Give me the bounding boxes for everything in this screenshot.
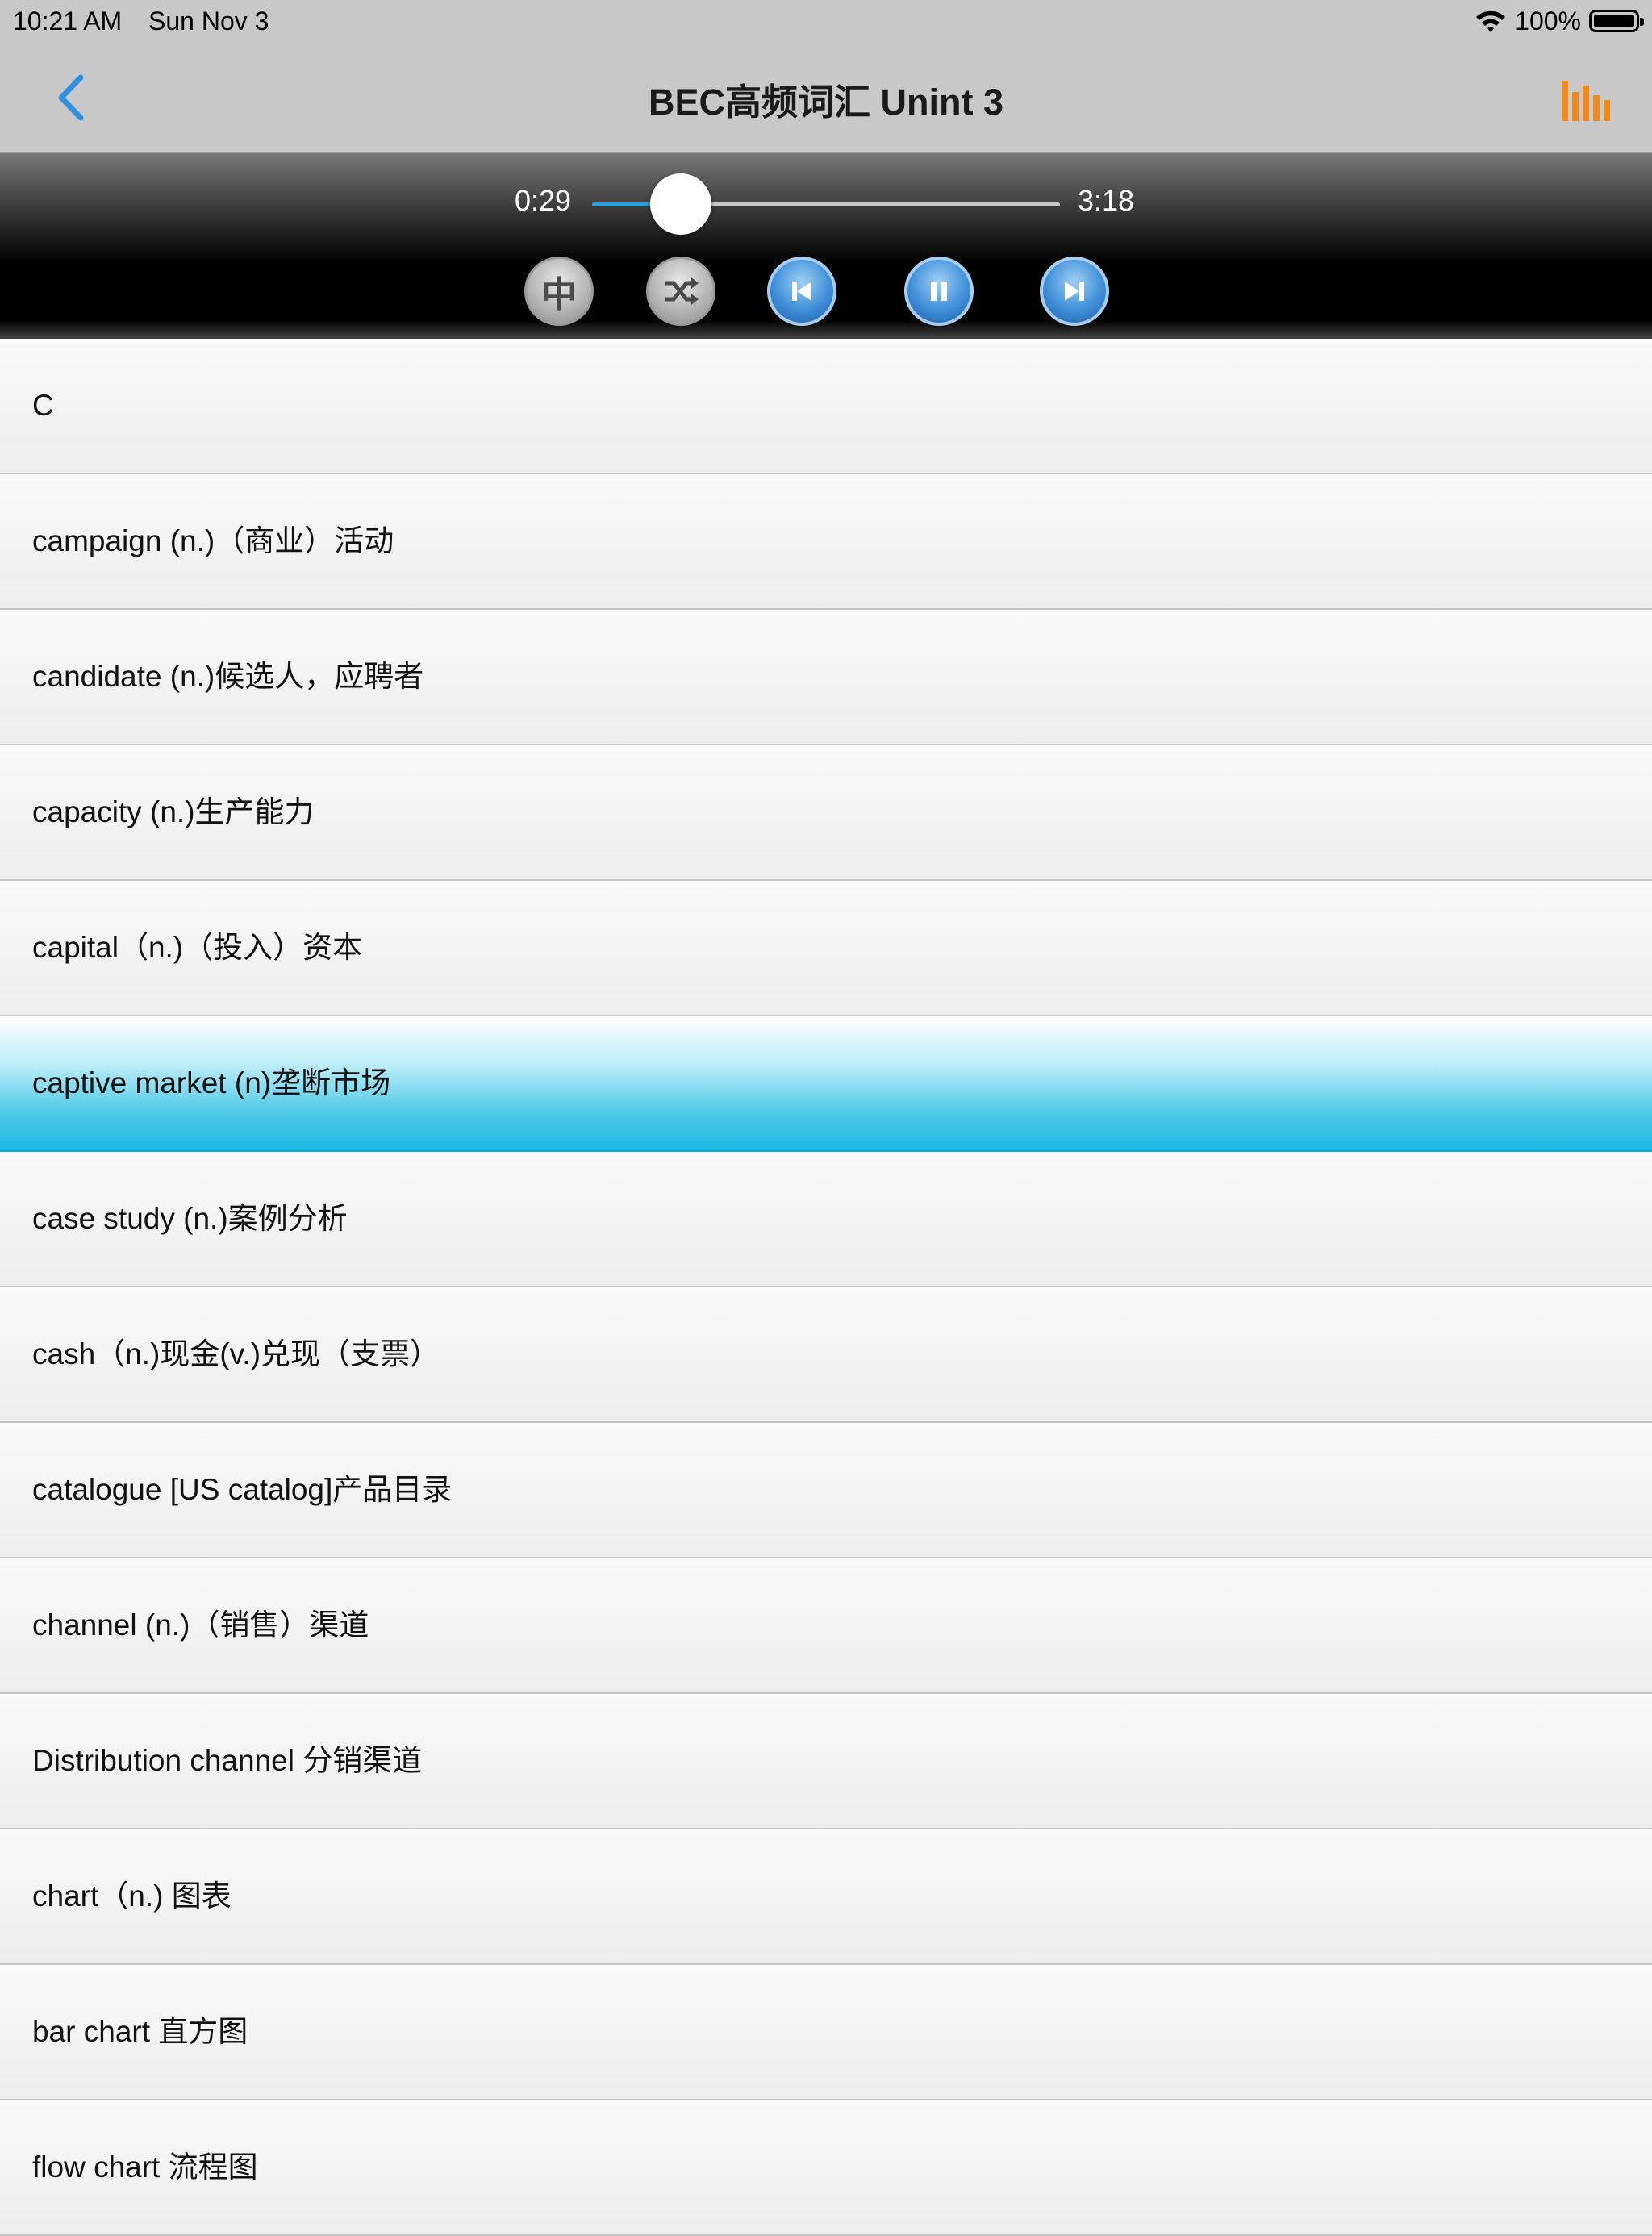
status-indicators: 100%: [1475, 5, 1644, 37]
page-title: BEC高频词汇 Unint 3: [648, 81, 1003, 123]
list-item-label: case study (n.)案例分析: [32, 1202, 348, 1235]
list-item-label: flow chart 流程图: [32, 2150, 258, 2184]
current-time: 0:29: [515, 184, 572, 217]
list-item[interactable]: bar chart 直方图: [0, 1965, 1652, 2100]
shuffle-button[interactable]: [646, 257, 715, 326]
previous-button[interactable]: [767, 257, 836, 326]
next-button[interactable]: [1040, 257, 1109, 326]
navigation-bar: BEC高频词汇 Unint 3: [0, 42, 1652, 153]
list-item-label: candidate (n.)候选人，应聘者: [32, 660, 424, 693]
list-item-label: capacity (n.)生产能力: [32, 795, 315, 828]
list-item-label: C: [32, 389, 54, 422]
list-item[interactable]: channel (n.)（销售）渠道: [0, 1558, 1652, 1694]
list-item[interactable]: campaign (n.)（商业）活动: [0, 474, 1652, 610]
status-date: Sun Nov 3: [148, 6, 269, 35]
chinese-toggle-button[interactable]: 中: [524, 257, 594, 326]
word-list: Ccampaign (n.)（商业）活动 candidate (n.)候选人，应聘…: [0, 339, 1652, 2236]
list-item[interactable]: capital（n.)（投入）资本: [0, 881, 1652, 1016]
list-item[interactable]: C: [0, 339, 1652, 474]
list-item[interactable]: chart（n.) 图表: [0, 1829, 1652, 1965]
list-item[interactable]: cash（n.)现金(v.)兑现（支票）: [0, 1287, 1652, 1423]
list-item-label: capital（n.)（投入）资本: [32, 931, 363, 964]
pause-button[interactable]: [904, 257, 974, 326]
bar-chart-icon: [1562, 81, 1610, 121]
list-item[interactable]: candidate (n.)候选人，应聘者: [0, 610, 1652, 745]
list-item[interactable]: case study (n.)案例分析: [0, 1152, 1652, 1287]
status-bar: 10:21 AM Sun Nov 3 100%: [0, 0, 1652, 42]
skip-previous-icon: [792, 282, 811, 301]
list-item[interactable]: catalogue [US catalog]产品目录: [0, 1423, 1652, 1558]
total-time: 3:18: [1078, 184, 1135, 217]
list-item-label: Distribution channel 分销渠道: [32, 1744, 423, 1777]
list-item-label: channel (n.)（销售）渠道: [32, 1608, 369, 1642]
list-item[interactable]: Distribution channel 分销渠道: [0, 1694, 1652, 1829]
list-item[interactable]: capacity (n.)生产能力: [0, 745, 1652, 881]
pause-icon: [931, 282, 947, 301]
wifi-icon: [1476, 10, 1506, 32]
list-item-label: cash（n.)现金(v.)兑现（支票）: [32, 1337, 440, 1370]
battery-icon: [1589, 10, 1644, 32]
skip-next-icon: [1065, 282, 1084, 301]
list-item[interactable]: captive market (n)垄断市场: [0, 1016, 1652, 1152]
audio-player: 0:29 3:18 中: [0, 153, 1652, 339]
status-time: 10:21 AM: [13, 6, 123, 35]
list-item-label: captive market (n)垄断市场: [32, 1066, 391, 1099]
list-item-label: chart（n.) 图表: [32, 1879, 232, 1913]
list-item-label: campaign (n.)（商业）活动: [32, 524, 394, 557]
shuffle-icon: [665, 277, 699, 305]
list-item-label: catalogue [US catalog]产品目录: [32, 1473, 453, 1506]
stats-button[interactable]: [1562, 76, 1612, 121]
chinese-toggle-label: 中: [541, 275, 577, 315]
progress-thumb[interactable]: [650, 173, 712, 235]
list-item[interactable]: flow chart 流程图: [0, 2100, 1652, 2236]
battery-percent: 100%: [1515, 6, 1581, 35]
list-item-label: bar chart 直方图: [32, 2015, 248, 2048]
